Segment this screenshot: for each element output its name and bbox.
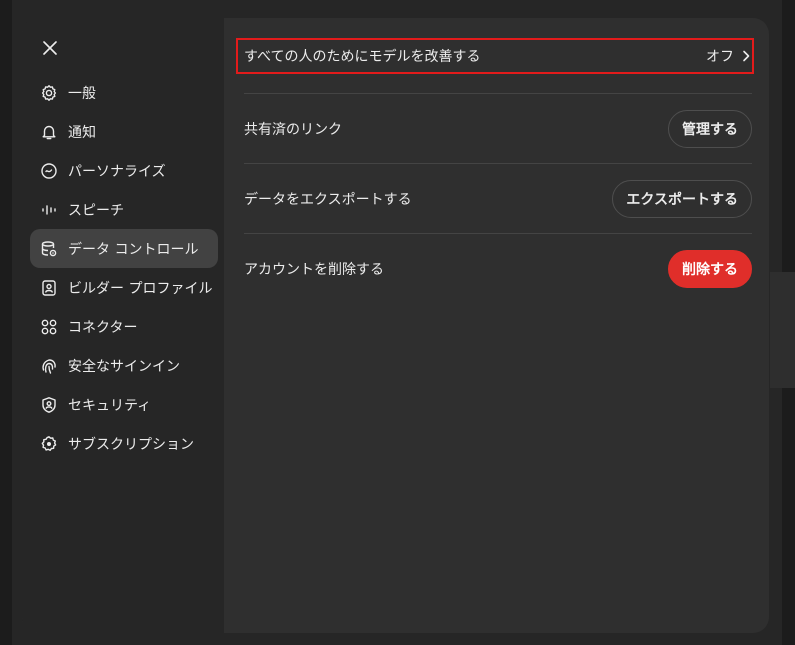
shield-icon — [40, 396, 58, 414]
sidebar-item-label: コネクター — [68, 319, 138, 336]
settings-nav: 一般 通知 パーソナライズ スピーチ データ コントロール ビルダー プロファイ… — [30, 73, 218, 463]
settings-modal: 一般 通知 パーソナライズ スピーチ データ コントロール ビルダー プロファイ… — [22, 18, 769, 633]
database-icon — [40, 240, 58, 258]
sidebar-item-label: スピーチ — [68, 202, 124, 219]
sidebar-item-label: 通知 — [68, 124, 96, 141]
sidebar-item-label: パーソナライズ — [68, 163, 166, 180]
improve-model-toggle[interactable]: オフ — [706, 46, 752, 66]
sidebar-item-notifications[interactable]: 通知 — [30, 112, 218, 151]
close-icon — [43, 41, 57, 55]
close-button[interactable] — [38, 36, 62, 60]
fingerprint-icon — [40, 357, 58, 375]
delete-account-label: アカウントを削除する — [244, 262, 384, 278]
sidebar-item-security[interactable]: セキュリティ — [30, 385, 218, 424]
shared-links-row: 共有済のリンク 管理する — [244, 94, 752, 164]
sidebar-item-builder-profile[interactable]: ビルダー プロファイル — [30, 268, 218, 307]
sidebar-item-label: 安全なサインイン — [68, 358, 180, 375]
manage-button[interactable]: 管理する — [668, 109, 752, 148]
delete-account-row: アカウントを削除する 削除する — [244, 234, 752, 304]
sidebar-item-label: セキュリティ — [68, 397, 152, 414]
sidebar-item-label: データ コントロール — [68, 241, 199, 258]
chevron-right-icon — [742, 50, 750, 62]
bell-icon — [40, 123, 58, 141]
delete-button[interactable]: 削除する — [668, 250, 752, 288]
improve-model-row: すべての人のためにモデルを改善する オフ — [236, 38, 754, 94]
sidebar-item-data-controls[interactable]: データ コントロール — [30, 229, 218, 268]
waveform-icon — [40, 201, 58, 219]
subscription-icon — [40, 435, 58, 453]
sidebar-item-label: 一般 — [68, 85, 96, 102]
data-controls-panel: すべての人のためにモデルを改善する オフ 共有済のリンク 管理する データをエク… — [236, 38, 754, 304]
sidebar-item-personalize[interactable]: パーソナライズ — [30, 151, 218, 190]
shared-links-label: 共有済のリンク — [244, 121, 342, 138]
improve-model-value: オフ — [706, 48, 734, 65]
sidebar-item-label: ビルダー プロファイル — [68, 280, 213, 297]
sidebar-item-subscription[interactable]: サブスクリプション — [30, 424, 218, 463]
gear-icon — [40, 84, 58, 102]
personalize-icon — [40, 162, 58, 180]
sidebar-item-label: サブスクリプション — [68, 436, 194, 453]
export-button[interactable]: エクスポートする — [612, 179, 752, 218]
sidebar-item-secure-signin[interactable]: 安全なサインイン — [30, 346, 218, 385]
sidebar-item-connectors[interactable]: コネクター — [30, 307, 218, 346]
id-card-icon — [40, 279, 58, 297]
improve-model-label: すべての人のためにモデルを改善する — [244, 48, 481, 65]
settings-sidebar: 一般 通知 パーソナライズ スピーチ データ コントロール ビルダー プロファイ… — [22, 18, 224, 633]
export-label: データをエクスポートする — [244, 191, 412, 208]
connector-icon — [40, 318, 58, 336]
sidebar-item-general[interactable]: 一般 — [30, 73, 218, 112]
backdrop-panel — [770, 272, 795, 388]
export-row: データをエクスポートする エクスポートする — [244, 164, 752, 234]
sidebar-item-speech[interactable]: スピーチ — [30, 190, 218, 229]
